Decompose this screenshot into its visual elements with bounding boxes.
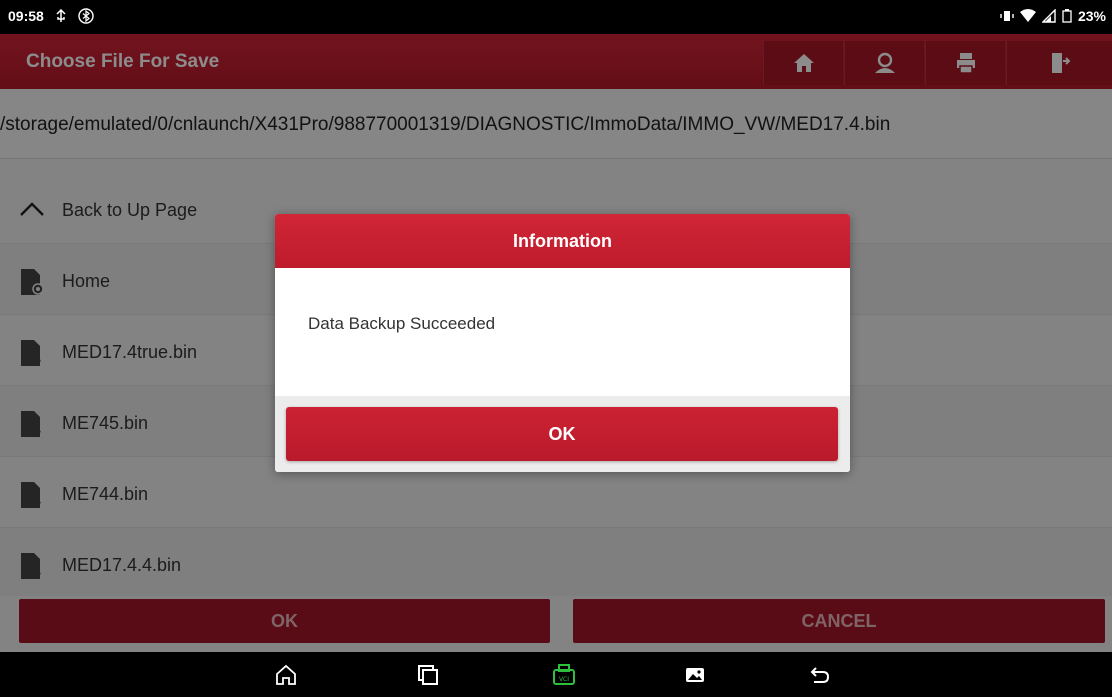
svg-text:VCI: VCI <box>559 676 569 683</box>
nav-vci-button[interactable]: VCI <box>550 661 578 689</box>
home-icon <box>276 664 296 685</box>
dialog-title: Information <box>275 214 850 268</box>
usb-icon <box>56 9 66 22</box>
nav-recents-button[interactable] <box>414 661 442 689</box>
vci-icon: VCI <box>553 664 575 685</box>
screenshot-icon <box>686 668 704 682</box>
status-bar: 09:58 23% <box>0 0 1112 34</box>
wifi-icon <box>1019 9 1036 22</box>
nav-home-button[interactable] <box>272 661 300 689</box>
signal-icon <box>1041 9 1056 23</box>
battery-percent: 23% <box>1077 8 1106 24</box>
vibrate-icon <box>1000 11 1014 21</box>
nav-screenshot-button[interactable] <box>681 661 709 689</box>
dialog-footer: OK <box>275 396 850 472</box>
bluetooth-icon <box>78 8 94 24</box>
recents-icon <box>418 665 438 685</box>
nav-back-button[interactable] <box>806 661 834 689</box>
clock: 09:58 <box>8 8 44 24</box>
battery-icon <box>1062 9 1072 23</box>
dialog-message: Data Backup Succeeded <box>308 314 496 333</box>
dialog-ok-button[interactable]: OK <box>286 407 838 461</box>
system-nav-bar: VCI <box>0 652 1112 697</box>
back-icon <box>810 667 830 683</box>
information-dialog: Information Data Backup Succeeded OK <box>275 214 850 472</box>
